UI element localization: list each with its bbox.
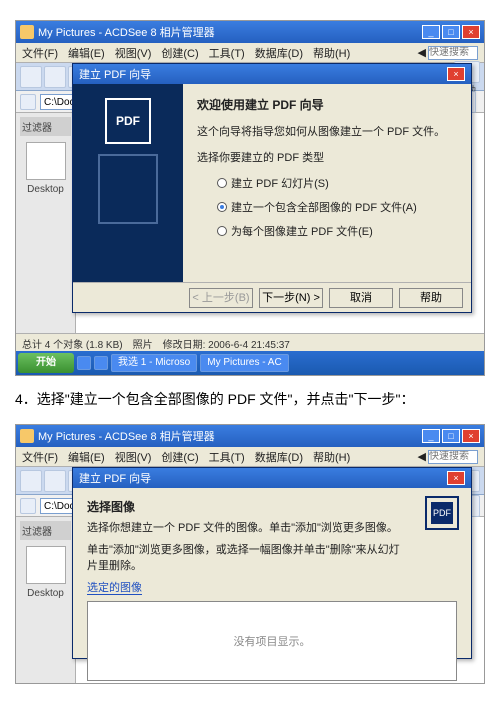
tool-icon[interactable]: [44, 470, 66, 492]
radio-icon: [217, 226, 227, 236]
dialog-buttons: < 上一步(B) 下一步(N) > 取消 帮助: [73, 282, 471, 312]
step-caption: 4．选择"建立一个包含全部图像的 PDF 文件"，并点击"下一步"：: [15, 388, 485, 410]
thumb-label: Desktop: [20, 184, 71, 195]
dialog-desc: 选择你想建立一个 PDF 文件的图像。单击"添加"浏览更多图像。: [87, 519, 407, 535]
radio-icon: [217, 202, 227, 212]
status-type: 照片: [133, 336, 153, 349]
opt-each-image[interactable]: 为每个图像建立 PDF 文件(E): [217, 223, 457, 239]
sidebar: 过滤器 Desktop: [16, 517, 76, 684]
dialog-body: PDF 欢迎使用建立 PDF 向导 这个向导将指导您如何从图像建立一个 PDF …: [73, 84, 471, 282]
dialog-desc: 这个向导将指导您如何从图像建立一个 PDF 文件。: [197, 123, 457, 139]
image-icon: [98, 154, 158, 224]
pdf-icon: PDF: [105, 98, 151, 144]
pdf-corner-icon: PDF: [425, 496, 459, 530]
app-body: 过滤器 Desktop 建立 PDF 向导 × PDF 欢迎使用建立 PDF 向…: [16, 113, 484, 333]
dialog-close-button[interactable]: ×: [447, 67, 465, 81]
menu-db[interactable]: 数据库(D): [255, 45, 303, 61]
maximize-button[interactable]: □: [442, 25, 460, 39]
menubar: 文件(F) 编辑(E) 视图(V) 创建(C) 工具(T) 数据库(D) 帮助(…: [16, 43, 484, 63]
radio-icon: [217, 178, 227, 188]
radio-group: 建立 PDF 幻灯片(S) 建立一个包含全部图像的 PDF 文件(A) 为每个图…: [217, 175, 457, 239]
menu-edit[interactable]: 编辑(E): [68, 45, 105, 61]
dialog-heading: 选择图像: [87, 498, 457, 515]
menu-tools[interactable]: 工具(T): [209, 45, 245, 61]
dialog-titlebar: 建立 PDF 向导 ×: [73, 468, 471, 488]
close-button[interactable]: ×: [462, 25, 480, 39]
menu-create[interactable]: 创建(C): [161, 45, 198, 61]
opt-slideshow[interactable]: 建立 PDF 幻灯片(S): [217, 175, 457, 191]
app-title: My Pictures - ACDSee 8 相片管理器: [38, 24, 215, 40]
task-acdsee[interactable]: My Pictures - AC: [200, 354, 288, 372]
thumb-desktop[interactable]: [26, 142, 66, 180]
selected-images-link[interactable]: 选定的图像: [87, 582, 142, 595]
search-input[interactable]: [428, 450, 478, 464]
tray-icon[interactable]: [94, 356, 108, 370]
tool-fwd-icon[interactable]: [44, 66, 66, 88]
dialog-prompt: 选择你要建立的 PDF 类型: [197, 149, 457, 165]
task-word[interactable]: 我选 1 - Microso: [111, 354, 197, 372]
menu-file[interactable]: 文件(F): [22, 45, 58, 61]
back-button[interactable]: < 上一步(B): [189, 288, 253, 308]
maximize-button[interactable]: □: [442, 429, 460, 443]
image-listbox[interactable]: 没有项目显示。: [87, 601, 457, 681]
app-title: My Pictures - ACDSee 8 相片管理器: [38, 428, 215, 444]
minimize-button[interactable]: _: [422, 429, 440, 443]
dialog-hint: 单击"添加"浏览更多图像，或选择一幅图像并单击"删除"来从幻灯片里删除。: [87, 541, 407, 573]
app-icon: [20, 25, 34, 39]
minimize-button[interactable]: _: [422, 25, 440, 39]
app-titlebar: My Pictures - ACDSee 8 相片管理器 _ □ ×: [16, 425, 484, 447]
tray-icon[interactable]: [77, 356, 91, 370]
dialog-heading: 欢迎使用建立 PDF 向导: [197, 96, 457, 113]
empty-label: 没有项目显示。: [234, 633, 311, 649]
app-body: 过滤器 Desktop 建立 PDF 向导 × PDF 选择图像 选择你想建立一…: [16, 517, 484, 684]
dialog-title: 建立 PDF 向导: [79, 66, 151, 82]
screenshot-1: My Pictures - ACDSee 8 相片管理器 _ □ × 文件(F)…: [15, 20, 485, 376]
thumb-desktop[interactable]: [26, 546, 66, 584]
app-titlebar: My Pictures - ACDSee 8 相片管理器 _ □ ×: [16, 21, 484, 43]
dialog-content: 欢迎使用建立 PDF 向导 这个向导将指导您如何从图像建立一个 PDF 文件。 …: [183, 84, 471, 282]
dialog-titlebar: 建立 PDF 向导 ×: [73, 64, 471, 84]
sidebar: 过滤器 Desktop: [16, 113, 76, 333]
help-button[interactable]: 帮助: [399, 288, 463, 308]
app-icon: [20, 429, 34, 443]
folder-icon: [20, 94, 36, 110]
dialog-body: PDF 选择图像 选择你想建立一个 PDF 文件的图像。单击"添加"浏览更多图像…: [73, 488, 471, 658]
tool-back-icon[interactable]: [20, 66, 42, 88]
dialog-banner: PDF: [73, 84, 183, 282]
sidebar-header: 过滤器: [20, 117, 71, 136]
status-date: 修改日期: 2006-6-4 21:45:37: [163, 336, 290, 349]
folder-icon: [20, 498, 36, 514]
statusbar: 总计 4 个对象 (1.8 KB) 照片 修改日期: 2006-6-4 21:4…: [16, 333, 484, 351]
dialog-close-button[interactable]: ×: [447, 471, 465, 485]
taskbar: 开始 我选 1 - Microso My Pictures - AC: [16, 351, 484, 375]
close-button[interactable]: ×: [462, 429, 480, 443]
main-area: 建立 PDF 向导 × PDF 选择图像 选择你想建立一个 PDF 文件的图像。…: [76, 517, 484, 684]
cancel-button[interactable]: 取消: [329, 288, 393, 308]
pdf-wizard-dialog-2: 建立 PDF 向导 × PDF 选择图像 选择你想建立一个 PDF 文件的图像。…: [72, 467, 472, 659]
menu-view[interactable]: 视图(V): [115, 45, 152, 61]
tool-icon[interactable]: [20, 470, 42, 492]
menubar: 文件(F) 编辑(E) 视图(V) 创建(C) 工具(T) 数据库(D) 帮助(…: [16, 447, 484, 467]
screenshot-2: My Pictures - ACDSee 8 相片管理器 _ □ × 文件(F)…: [15, 424, 485, 684]
status-count: 总计 4 个对象 (1.8 KB): [22, 336, 123, 349]
main-area: 建立 PDF 向导 × PDF 欢迎使用建立 PDF 向导 这个向导将指导您如何…: [76, 113, 484, 333]
menu-help[interactable]: 帮助(H): [313, 45, 350, 61]
pdf-wizard-dialog: 建立 PDF 向导 × PDF 欢迎使用建立 PDF 向导 这个向导将指导您如何…: [72, 63, 472, 313]
opt-all-images[interactable]: 建立一个包含全部图像的 PDF 文件(A): [217, 199, 457, 215]
start-button[interactable]: 开始: [18, 353, 74, 373]
next-button[interactable]: 下一步(N) >: [259, 288, 323, 308]
